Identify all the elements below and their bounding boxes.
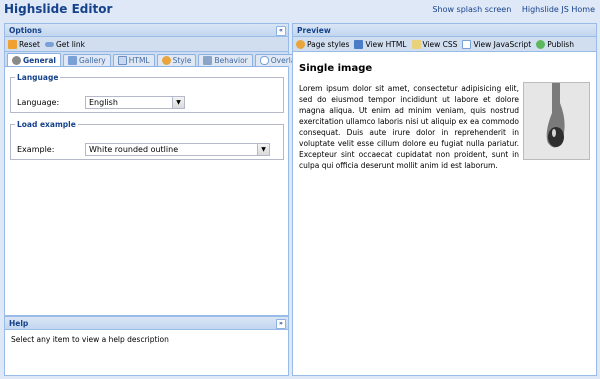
palette-icon: [161, 56, 171, 65]
show-splash-link[interactable]: Show splash screen: [432, 5, 511, 14]
water-drop-graphic: [524, 83, 589, 159]
preview-paragraph: Lorem ipsum dolor sit amet, consectetur …: [299, 84, 519, 170]
script-icon: [462, 39, 472, 49]
reset-icon: [8, 39, 17, 49]
palette-icon: [296, 39, 305, 49]
preview-title-bar: Preview: [297, 26, 331, 35]
tab-general-label: General: [23, 55, 56, 65]
view-html-label: View HTML: [365, 39, 407, 49]
options-header: Options «: [5, 24, 288, 37]
tab-gallery[interactable]: Gallery: [63, 54, 111, 66]
page-styles-button[interactable]: Page styles: [296, 39, 350, 49]
tab-behavior[interactable]: Behavior: [198, 54, 253, 66]
example-fieldset: Load example Example: White rounded outl…: [10, 120, 284, 160]
gear-icon: [12, 55, 21, 65]
css-icon: [411, 39, 421, 49]
example-label: Example:: [17, 145, 55, 154]
example-legend: Load example: [17, 120, 76, 129]
get-link-button[interactable]: Get link: [44, 39, 85, 49]
publish-button[interactable]: Publish: [536, 39, 574, 49]
options-toolbar: Reset Get link: [5, 37, 288, 52]
speech-bubble-icon: [259, 56, 269, 65]
language-fieldset: Language Language: English ▼: [10, 73, 284, 113]
collapse-left-icon[interactable]: «: [276, 26, 286, 36]
tab-html[interactable]: HTML: [112, 54, 155, 66]
language-label: Language:: [17, 98, 60, 107]
view-css-label: View CSS: [422, 39, 458, 49]
html-icon: [117, 56, 127, 65]
globe-icon: [536, 39, 546, 49]
preview-header: Preview: [293, 24, 596, 37]
chevron-down-icon[interactable]: ▼: [257, 144, 269, 155]
link-icon: [44, 41, 54, 47]
top-links: Show splash screen Highslide JS Home: [424, 5, 595, 14]
chevron-down-icon[interactable]: ▼: [172, 97, 184, 108]
publish-label: Publish: [547, 39, 574, 49]
preview-heading: Single image: [299, 63, 373, 74]
options-tabs: General Gallery HTML Style Behavior Over…: [5, 52, 309, 67]
language-legend: Language: [17, 73, 59, 82]
tab-style[interactable]: Style: [156, 54, 197, 66]
highslide-home-link[interactable]: Highslide JS Home: [522, 5, 595, 14]
get-link-label: Get link: [55, 39, 85, 49]
view-javascript-button[interactable]: View JavaScript: [462, 39, 532, 49]
tab-behavior-label: Behavior: [214, 56, 248, 65]
tab-html-label: HTML: [128, 56, 150, 65]
language-value: English: [89, 98, 118, 107]
view-javascript-label: View JavaScript: [473, 39, 532, 49]
preview-toolbar: Page styles View HTML View CSS View Java…: [293, 37, 596, 52]
example-value: White rounded outline: [89, 145, 179, 154]
help-header: Help »: [5, 317, 288, 330]
preview-panel: Preview Page styles View HTML View CSS V…: [292, 23, 597, 376]
help-description: Select any item to view a help descripti…: [11, 335, 169, 344]
language-select[interactable]: English ▼: [85, 96, 185, 109]
tab-style-label: Style: [172, 56, 192, 65]
tab-gallery-label: Gallery: [79, 56, 106, 65]
collapse-down-icon[interactable]: »: [276, 319, 286, 329]
view-html-button[interactable]: View HTML: [354, 39, 407, 49]
html-icon: [354, 39, 364, 49]
reset-label: Reset: [19, 39, 40, 49]
gallery-icon: [68, 56, 77, 65]
tab-general[interactable]: General: [7, 53, 61, 66]
help-panel: Help » Select any item to view a help de…: [4, 316, 289, 376]
reset-button[interactable]: Reset: [8, 39, 40, 49]
top-bar: Highslide Editor Show splash screen High…: [0, 0, 600, 20]
app-title: Highslide Editor: [4, 2, 113, 16]
example-select[interactable]: White rounded outline ▼: [85, 143, 270, 156]
help-title: Help: [9, 319, 29, 328]
options-panel: Options « Reset Get link General Gallery…: [4, 23, 309, 316]
view-css-button[interactable]: View CSS: [411, 39, 458, 49]
behavior-icon: [203, 56, 213, 65]
options-title: Options: [9, 26, 42, 35]
page-styles-label: Page styles: [307, 39, 350, 49]
water-drop-image[interactable]: [523, 82, 590, 160]
